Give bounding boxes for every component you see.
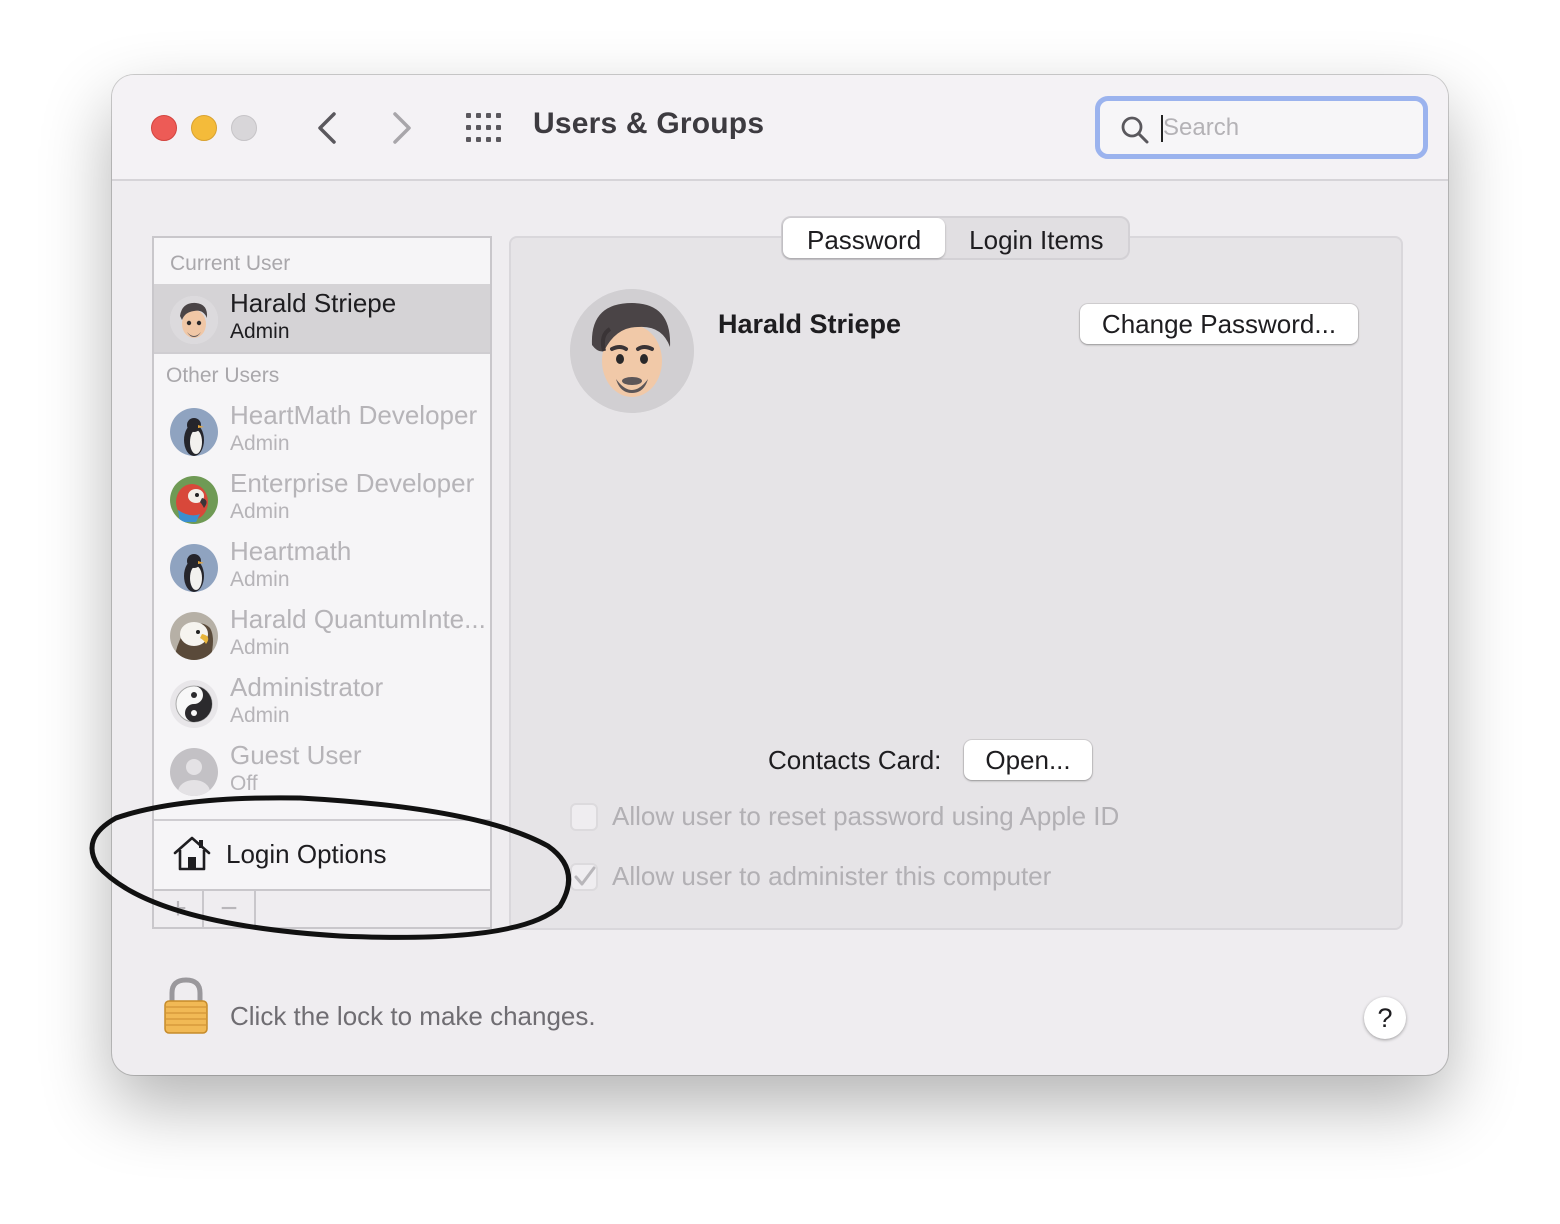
user-role: Admin [230,636,290,659]
chevron-right-icon [393,112,411,144]
allow-reset-row: Allow user to reset password using Apple… [570,801,1119,832]
user-name: Guest User [230,740,362,770]
checkmark-icon [574,866,596,885]
search-field[interactable] [1095,96,1428,159]
user-row-heartmath[interactable]: Heartmath Admin [154,532,490,600]
user-role: Admin [230,568,290,591]
user-full-name: Harald Striepe [718,309,902,339]
memoji-avatar [170,296,218,344]
help-button[interactable]: ? [1364,997,1406,1039]
title-bar: Users & Groups [112,75,1448,181]
divider [154,352,490,354]
user-name: Heartmath [230,536,352,566]
eagle-avatar [170,612,218,660]
user-name: Enterprise Developer [230,468,475,498]
forward-button[interactable] [385,109,419,147]
penguin-avatar [170,544,218,592]
login-options-item[interactable]: Login Options [154,821,490,889]
user-name: HeartMath Developer [230,400,478,430]
user-row-guest[interactable]: Guest User Off [154,736,490,804]
open-contacts-button[interactable]: Open... [964,740,1092,780]
minimize-button[interactable] [191,115,217,141]
parrot-avatar [170,476,218,524]
user-picture[interactable] [570,289,694,413]
contacts-card-label: Contacts Card: [768,745,942,775]
user-role: Admin [230,432,290,455]
house-icon [173,836,211,871]
padlock-icon [164,977,208,1034]
grid-icon [466,113,501,142]
user-name: Administrator [230,672,384,702]
window-title: Users & Groups [533,107,765,140]
change-password-button[interactable]: Change Password... [1080,304,1358,344]
user-role: Off [230,772,258,795]
allow-reset-label: Allow user to reset password using Apple… [612,801,1120,831]
guest-avatar [170,748,218,796]
yin-yang-avatar [170,680,218,728]
penguin-avatar [170,408,218,456]
allow-admin-row: Allow user to administer this computer [570,861,1051,892]
user-list: Current User Harald Striepe Admin Other … [152,236,492,929]
user-row-harald-quantum[interactable]: Harald QuantumInte... Admin [154,600,490,668]
user-role: Admin [230,320,290,343]
user-role: Admin [230,704,290,727]
tab-password[interactable]: Password [783,218,946,258]
back-button[interactable] [310,109,344,147]
zoom-button[interactable] [231,115,257,141]
user-row-current[interactable]: Harald Striepe Admin [154,284,490,352]
other-users-header: Other Users [166,364,280,387]
tab-bar: Password Login Items [781,216,1130,260]
lock-button[interactable] [162,977,210,1040]
users-groups-window: Users & Groups Current User Ha [112,75,1448,1075]
user-row-administrator[interactable]: Administrator Admin [154,668,490,736]
chevron-left-icon [318,112,336,144]
allow-admin-checkbox[interactable] [570,862,598,891]
login-options-label: Login Options [226,839,387,869]
current-user-header: Current User [170,252,291,275]
user-name: Harald Striepe [230,288,397,318]
list-footer: + − [154,889,490,929]
user-role: Admin [230,500,290,523]
user-row-enterprise-developer[interactable]: Enterprise Developer Admin [154,464,490,532]
tab-login-items[interactable]: Login Items [945,218,1127,258]
search-icon [1121,116,1149,144]
user-name: Harald QuantumInte... [230,604,486,634]
add-user-button[interactable]: + [154,891,204,929]
lock-hint: Click the lock to make changes. [230,1001,596,1031]
allow-reset-checkbox[interactable] [570,802,598,831]
allow-admin-label: Allow user to administer this computer [612,861,1052,891]
search-input[interactable] [1163,109,1403,147]
show-all-button[interactable] [464,111,504,145]
close-button[interactable] [151,115,177,141]
user-row-heartmath-developer[interactable]: HeartMath Developer Admin [154,396,490,464]
remove-user-button[interactable]: − [204,891,256,929]
